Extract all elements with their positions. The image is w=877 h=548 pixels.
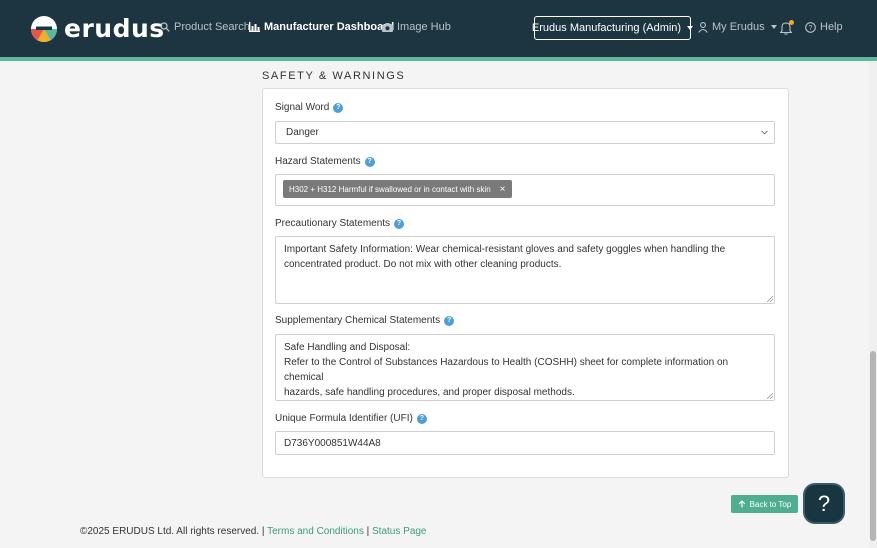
resize-handle-icon[interactable] bbox=[767, 296, 773, 302]
precautionary-statements-label-text: Precautionary Statements bbox=[275, 218, 391, 229]
nav-image-hub-label: Image Hub bbox=[397, 21, 451, 33]
svg-text:?: ? bbox=[809, 25, 813, 32]
textarea-line: Refer to the Control of Substances Hazar… bbox=[284, 357, 729, 383]
ufi-value: D736Y000851W44A8 bbox=[284, 437, 381, 449]
terms-link[interactable]: Terms and Conditions bbox=[267, 526, 364, 537]
ufi-label-text: Unique Formula Identifier (UFI) bbox=[275, 413, 413, 424]
arrow-up-icon bbox=[738, 500, 746, 508]
help-icon[interactable]: ? bbox=[444, 315, 455, 326]
nav-my-erudus[interactable]: My Erudus bbox=[698, 21, 777, 33]
nav-help[interactable]: ? Help bbox=[805, 21, 843, 33]
page-scrollbar[interactable] bbox=[869, 61, 877, 548]
back-to-top-button[interactable]: Back to Top bbox=[731, 495, 798, 513]
erudus-logo-mark-icon bbox=[30, 16, 58, 43]
hazard-statements-multiselect[interactable]: H302 + H312 Harmful if swallowed or in c… bbox=[275, 174, 775, 206]
caret-down-icon bbox=[770, 25, 777, 29]
search-icon bbox=[160, 22, 170, 32]
precautionary-statements-label: Precautionary Statements ? bbox=[275, 218, 405, 229]
help-icon[interactable]: ? bbox=[364, 156, 375, 167]
section-title: SAFETY & WARNINGS bbox=[262, 70, 406, 82]
footer-separator: | bbox=[366, 526, 370, 537]
navbar-accent-stripe bbox=[0, 57, 877, 61]
status-page-link[interactable]: Status Page bbox=[372, 526, 426, 537]
textarea-line: concentrated product. Do not mix with ot… bbox=[284, 259, 562, 270]
nav-product-search[interactable]: Product Search bbox=[160, 21, 250, 33]
signal-word-label: Signal Word ? bbox=[275, 102, 344, 113]
nav-manufacturer-dashboard[interactable]: Manufacturer Dashboard bbox=[249, 21, 394, 33]
logo-wordmark: erudus bbox=[64, 14, 165, 43]
nav-image-hub[interactable]: Image Hub bbox=[382, 21, 451, 33]
footer: ©2025 ERUDUS Ltd. All rights reserved. |… bbox=[80, 526, 427, 537]
nav-help-label: Help bbox=[820, 21, 843, 33]
notifications-button[interactable] bbox=[779, 20, 794, 35]
help-icon[interactable]: ? bbox=[333, 102, 344, 113]
signal-word-label-text: Signal Word bbox=[275, 102, 330, 113]
camera-icon bbox=[382, 22, 393, 32]
textarea-line: hazards, safe handling procedures, and p… bbox=[284, 387, 575, 398]
hazard-statements-label: Hazard Statements ? bbox=[275, 156, 375, 167]
nav-my-erudus-label: My Erudus bbox=[712, 21, 765, 33]
question-circle-icon: ? bbox=[805, 21, 816, 33]
hazard-statements-label-text: Hazard Statements bbox=[275, 156, 361, 167]
back-to-top-label: Back to Top bbox=[749, 499, 792, 509]
chevron-down-icon bbox=[761, 130, 768, 135]
help-icon[interactable]: ? bbox=[394, 218, 405, 229]
remove-tag-icon[interactable]: × bbox=[500, 184, 506, 195]
signal-word-select[interactable]: Danger bbox=[275, 121, 775, 144]
hazard-tag-label: H302 + H312 Harmful if swallowed or in c… bbox=[289, 184, 491, 194]
ufi-input[interactable]: D736Y000851W44A8 bbox=[275, 431, 775, 455]
nav-manufacturer-dashboard-label: Manufacturer Dashboard bbox=[264, 21, 395, 33]
hazard-tag: H302 + H312 Harmful if swallowed or in c… bbox=[283, 180, 512, 198]
supplementary-statements-textarea[interactable]: Safe Handling and Disposal: Refer to the… bbox=[275, 334, 775, 401]
account-switcher-label: Erudus Manufacturing (Admin) bbox=[531, 22, 682, 34]
help-icon[interactable]: ? bbox=[416, 413, 427, 424]
supplementary-statements-label: Supplementary Chemical Statements ? bbox=[275, 315, 455, 326]
ufi-label: Unique Formula Identifier (UFI) ? bbox=[275, 413, 427, 424]
textarea-line: Important Safety Information: Wear chemi… bbox=[284, 244, 726, 255]
help-fab-glyph: ? bbox=[817, 490, 831, 516]
supplementary-statements-label-text: Supplementary Chemical Statements bbox=[275, 315, 441, 326]
account-switcher-button[interactable]: Erudus Manufacturing (Admin) bbox=[531, 16, 694, 40]
chart-icon bbox=[249, 22, 260, 32]
scrollbar-thumb[interactable] bbox=[870, 351, 876, 541]
nav-product-search-label: Product Search bbox=[174, 21, 250, 33]
help-chat-button[interactable]: ? bbox=[805, 485, 843, 522]
notification-badge bbox=[789, 20, 794, 25]
footer-copyright: ©2025 ERUDUS Ltd. All rights reserved. bbox=[80, 526, 260, 537]
textarea-line: Safe Handling and Disposal: bbox=[284, 342, 411, 353]
footer-separator: | bbox=[261, 526, 265, 537]
resize-handle-icon[interactable] bbox=[767, 393, 773, 399]
user-icon bbox=[698, 21, 708, 33]
signal-word-value: Danger bbox=[286, 127, 319, 138]
precautionary-statements-textarea[interactable]: Important Safety Information: Wear chemi… bbox=[275, 236, 775, 304]
erudus-logo[interactable]: erudus bbox=[30, 15, 165, 43]
caret-down-icon bbox=[687, 26, 694, 30]
